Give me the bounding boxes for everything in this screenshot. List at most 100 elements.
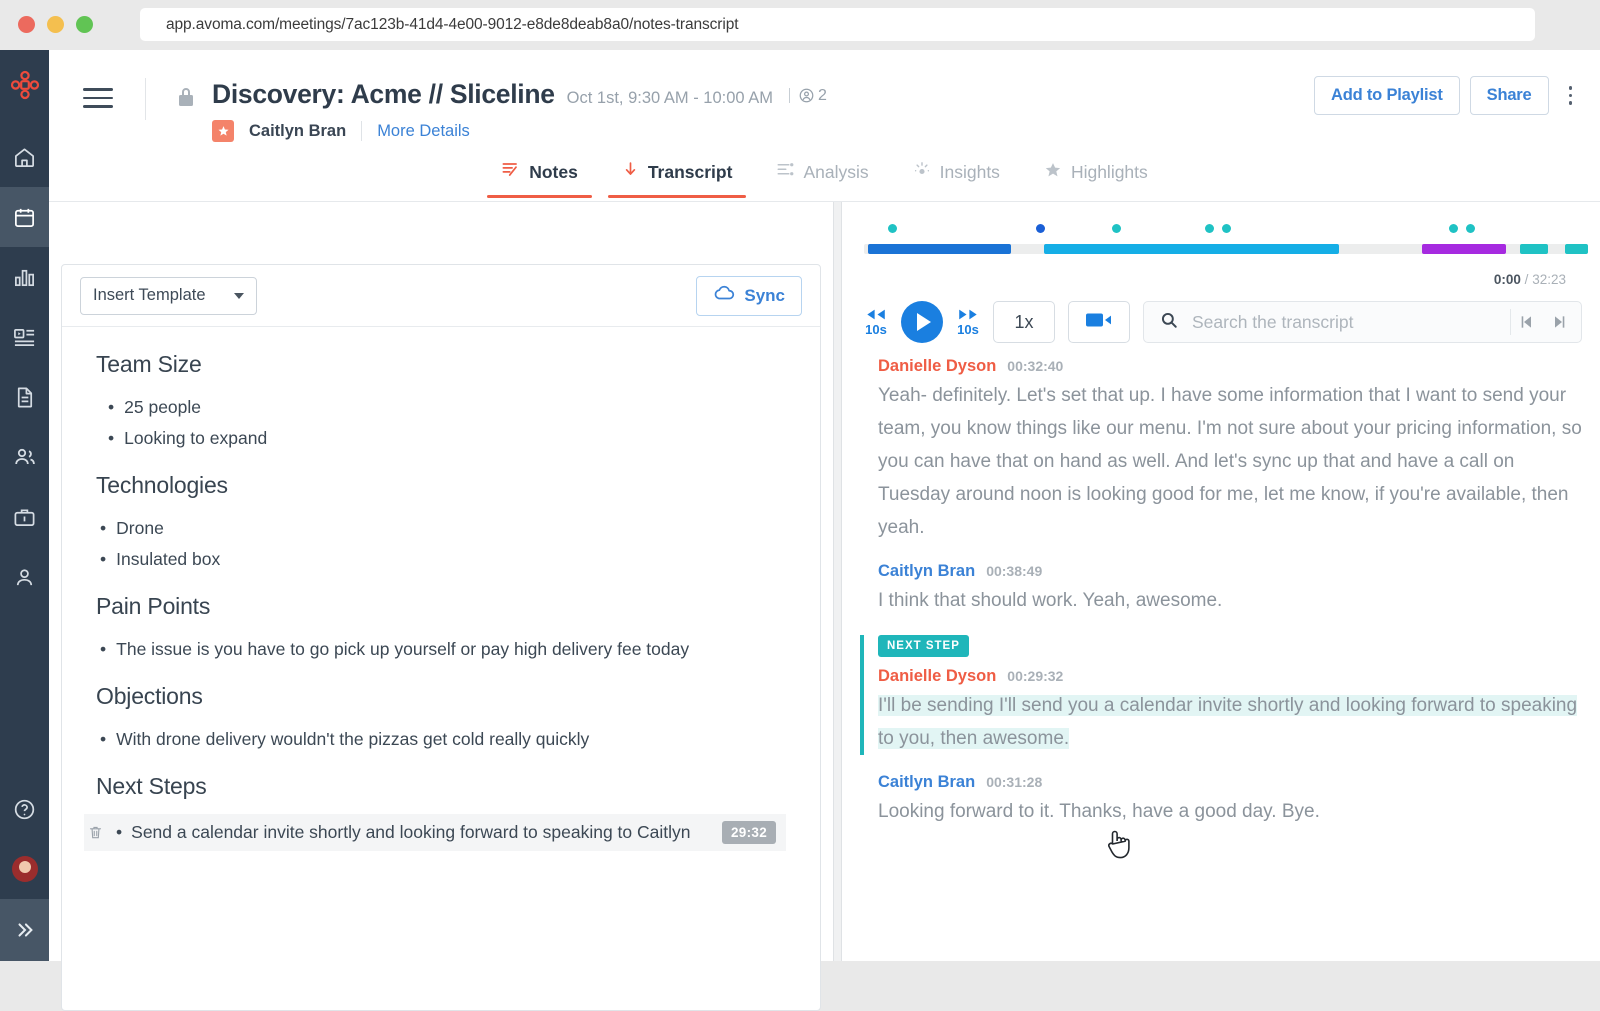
meeting-header: Discovery: Acme // Sliceline Oct 1st, 9:… — [49, 50, 1600, 202]
list-item-text: With drone delivery wouldn't the pizzas … — [116, 729, 590, 749]
panel-resize-handle[interactable] — [833, 202, 842, 961]
utterance-text: Yeah- definitely. Let's set that up. I h… — [878, 385, 1582, 538]
timeline-segment[interactable] — [1422, 244, 1507, 254]
speaker-name[interactable]: Danielle Dyson — [878, 357, 996, 376]
close-window-button[interactable] — [18, 16, 35, 33]
speaker-name[interactable]: Danielle Dyson — [878, 667, 996, 686]
timeline-marker[interactable] — [888, 224, 898, 233]
transcript-utterance-flagged[interactable]: NEXT STEP Danielle Dyson 00:29:32 I'll b… — [860, 635, 1582, 755]
timeline-track[interactable] — [864, 244, 1589, 254]
timeline-segment[interactable] — [1564, 244, 1589, 254]
utterance-meta: Caitlyn Bran 00:31:28 — [878, 773, 1582, 792]
insert-template-dropdown[interactable]: Insert Template — [80, 276, 257, 315]
next-step-tag[interactable]: NEXT STEP — [878, 635, 969, 657]
transcript-search[interactable] — [1143, 301, 1582, 343]
next-step-row[interactable]: • Send a calendar invite shortly and loo… — [84, 814, 786, 851]
tab-insights[interactable]: Insights — [891, 154, 1022, 198]
notes-section-heading: Technologies — [96, 472, 228, 498]
tab-highlights[interactable]: Highlights — [1022, 154, 1170, 198]
rewind-10s-button[interactable]: 10s — [864, 308, 888, 336]
transcript-utterance[interactable]: Caitlyn Bran 00:31:28 Looking forward to… — [860, 773, 1582, 828]
browser-chrome: app.avoma.com/meetings/7ac123b-41d4-4e00… — [0, 0, 1600, 50]
expand-sidebar-button[interactable] — [0, 899, 49, 961]
notes-section-list: 25 people Looking to expand — [96, 392, 786, 454]
next-steps-heading: Next Steps — [96, 773, 207, 799]
transcript-panel: 0:00 / 32:23 10s 10s 1x Search the trans… — [842, 202, 1600, 961]
utterance-timestamp[interactable]: 00:32:40 — [1007, 358, 1063, 374]
tab-notes-label: Notes — [529, 161, 578, 182]
avatar-image — [11, 856, 38, 882]
play-button[interactable] — [901, 301, 943, 343]
notes-section-heading: Team Size — [96, 351, 202, 377]
url-text: app.avoma.com/meetings/7ac123b-41d4-4e00… — [166, 15, 739, 33]
play-icon — [917, 313, 931, 331]
utterance-meta: Caitlyn Bran 00:38:49 — [878, 562, 1582, 581]
sidebar-item-help[interactable] — [0, 779, 49, 839]
timeline[interactable] — [864, 224, 1589, 270]
minimize-window-button[interactable] — [47, 16, 64, 33]
window-traffic-lights — [18, 16, 93, 33]
tab-transcript[interactable]: Transcript — [600, 154, 755, 198]
list-item: Looking to expand — [96, 423, 786, 454]
cloud-icon — [713, 285, 735, 306]
timeline-segment[interactable] — [1043, 244, 1339, 254]
video-toggle-button[interactable] — [1068, 301, 1130, 343]
person-icon — [799, 88, 814, 103]
header-divider — [145, 78, 146, 120]
share-button[interactable]: Share — [1469, 76, 1549, 115]
transcript-list[interactable]: Danielle Dyson 00:32:40 Yeah- definitely… — [842, 343, 1600, 983]
notes-section-list: Drone Insulated box — [96, 513, 786, 575]
notes-content[interactable]: Team Size 25 people Looking to expand Te… — [62, 327, 820, 1010]
transcript-utterance[interactable]: Caitlyn Bran 00:38:49 I think that shoul… — [860, 562, 1582, 617]
avoma-logo-icon[interactable] — [10, 70, 40, 105]
transcript-utterance[interactable]: Danielle Dyson 00:32:40 Yeah- definitely… — [860, 357, 1582, 544]
sync-label: Sync — [744, 285, 785, 305]
timeline-marker[interactable] — [1205, 224, 1215, 233]
sidebar-item-contacts[interactable] — [0, 547, 49, 607]
sidebar-item-documents[interactable] — [0, 367, 49, 427]
previous-match-button[interactable] — [1511, 314, 1543, 330]
next-match-button[interactable] — [1543, 314, 1575, 330]
utterance-text: Looking forward to it. Thanks, have a go… — [878, 801, 1320, 822]
utterance-timestamp[interactable]: 00:29:32 — [1007, 668, 1063, 684]
notes-section-list: The issue is you have to go pick up your… — [96, 634, 786, 665]
tab-notes[interactable]: Notes — [479, 154, 600, 198]
search-input[interactable] — [1178, 311, 1510, 333]
chevron-down-icon — [233, 292, 244, 299]
add-to-playlist-button[interactable]: Add to Playlist — [1314, 76, 1460, 115]
maximize-window-button[interactable] — [76, 16, 93, 33]
speaker-name[interactable]: Caitlyn Bran — [878, 562, 975, 581]
playback-speed-button[interactable]: 1x — [993, 301, 1055, 343]
timeline-marker[interactable] — [1035, 224, 1045, 233]
sidebar-item-analytics[interactable] — [0, 247, 49, 307]
menu-toggle-button[interactable] — [81, 84, 115, 112]
content-tabs: Notes Transcript Analysis Insights Highl… — [49, 154, 1600, 198]
timeline-marker[interactable] — [1112, 224, 1122, 233]
timeline-marker[interactable] — [1449, 224, 1459, 233]
more-details-link[interactable]: More Details — [377, 122, 470, 141]
timeline-segment[interactable] — [867, 244, 1012, 254]
sidebar-item-home[interactable] — [0, 127, 49, 187]
timeline-marker[interactable] — [1466, 224, 1476, 233]
timeline-marker[interactable] — [1222, 224, 1232, 233]
utterance-timestamp[interactable]: 00:31:28 — [986, 774, 1042, 790]
list-item-text: Insulated box — [116, 549, 221, 569]
sync-button[interactable]: Sync — [696, 275, 802, 316]
timeline-segment[interactable] — [1520, 244, 1549, 254]
transcript-icon — [622, 160, 639, 184]
forward-10s-button[interactable]: 10s — [956, 308, 980, 336]
utterance-timestamp[interactable]: 00:38:49 — [986, 563, 1042, 579]
sidebar-item-teams[interactable] — [0, 427, 49, 487]
next-step-timestamp[interactable]: 29:32 — [721, 821, 776, 844]
time-display: 0:00 / 32:23 — [864, 272, 1582, 287]
tab-analysis[interactable]: Analysis — [754, 154, 890, 198]
user-avatar[interactable] — [0, 839, 49, 899]
delete-icon[interactable] — [84, 824, 106, 841]
more-options-icon[interactable] — [1559, 82, 1583, 109]
sidebar-item-playlist[interactable] — [0, 307, 49, 367]
sidebar-item-deals[interactable] — [0, 487, 49, 547]
page-title: Discovery: Acme // Sliceline — [212, 79, 555, 109]
speaker-name[interactable]: Caitlyn Bran — [878, 773, 975, 792]
sidebar-item-calendar[interactable] — [0, 187, 49, 247]
address-bar[interactable]: app.avoma.com/meetings/7ac123b-41d4-4e00… — [140, 8, 1535, 41]
